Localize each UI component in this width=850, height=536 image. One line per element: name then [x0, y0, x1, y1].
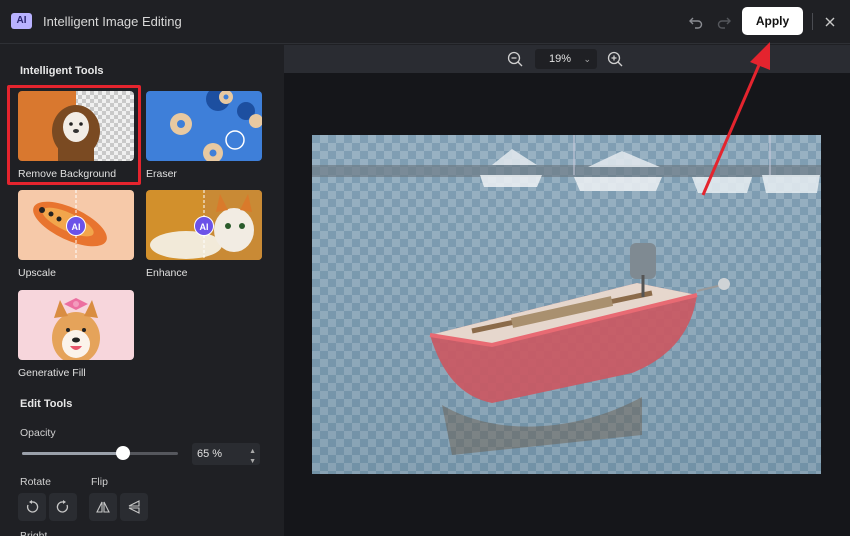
ai-badge: AI [66, 216, 86, 236]
rotate-left-icon [26, 500, 39, 513]
flip-label: Flip [91, 476, 108, 488]
flip-vertical-icon [128, 500, 140, 514]
rotate-right-icon [56, 500, 69, 513]
opacity-value: 65 % [197, 448, 223, 460]
canvas-area[interactable]: 19% ⌄ [284, 45, 850, 536]
ai-badge: AI [194, 216, 214, 236]
zoom-toolbar: 19% ⌄ [284, 45, 850, 73]
intelligent-tools-heading: Intelligent Tools [20, 65, 104, 77]
ai-logo-badge: AI [11, 13, 32, 29]
zoom-select[interactable]: 19% ⌄ [535, 49, 597, 69]
brightness-label-cut: Bright [20, 530, 48, 536]
chevron-down-icon: ⌄ [583, 54, 591, 64]
edited-image[interactable] [312, 135, 821, 474]
tool-label: Upscale [18, 267, 56, 279]
toolbar-divider [812, 13, 813, 30]
tools-panel: Intelligent Tools Remove Background Eras… [0, 45, 284, 536]
rotate-left-button[interactable] [18, 493, 46, 521]
tool-label: Eraser [146, 168, 177, 180]
flip-vertical-button[interactable] [120, 493, 148, 521]
opacity-input[interactable]: 65 % ▲ ▼ [192, 443, 260, 465]
opacity-slider-thumb[interactable] [116, 446, 131, 460]
enhance-thumbnail: AI [146, 190, 262, 260]
opacity-slider-fill [22, 452, 124, 455]
upscale-thumbnail: AI [18, 190, 134, 260]
decrement-icon[interactable]: ▼ [249, 451, 256, 473]
redo-icon[interactable] [714, 12, 734, 32]
tool-upscale[interactable]: AI Upscale [18, 190, 134, 279]
flip-horizontal-icon [96, 501, 110, 513]
zoom-value: 19% [549, 53, 572, 65]
close-icon[interactable] [820, 12, 840, 32]
flip-horizontal-button[interactable] [89, 493, 117, 521]
tool-label: Enhance [146, 267, 188, 279]
title-bar: AI Intelligent Image Editing Apply [0, 0, 850, 44]
selected-tool-highlight [7, 85, 141, 185]
tool-enhance[interactable]: AI Enhance [146, 190, 262, 279]
apply-button[interactable]: Apply [742, 7, 803, 35]
tool-label: Generative Fill [18, 367, 86, 379]
opacity-label: Opacity [20, 427, 56, 439]
rotate-right-button[interactable] [49, 493, 77, 521]
tool-eraser[interactable]: Eraser [146, 91, 262, 180]
undo-icon[interactable] [686, 12, 706, 32]
zoom-out-icon[interactable] [506, 50, 524, 68]
window-title: Intelligent Image Editing [43, 14, 182, 29]
edit-tools-heading: Edit Tools [20, 398, 73, 410]
rotate-label: Rotate [20, 476, 51, 488]
zoom-in-icon[interactable] [606, 50, 624, 68]
generative-fill-thumbnail [18, 290, 134, 360]
eraser-thumbnail [146, 91, 262, 161]
tool-generative-fill[interactable]: Generative Fill [18, 290, 134, 379]
